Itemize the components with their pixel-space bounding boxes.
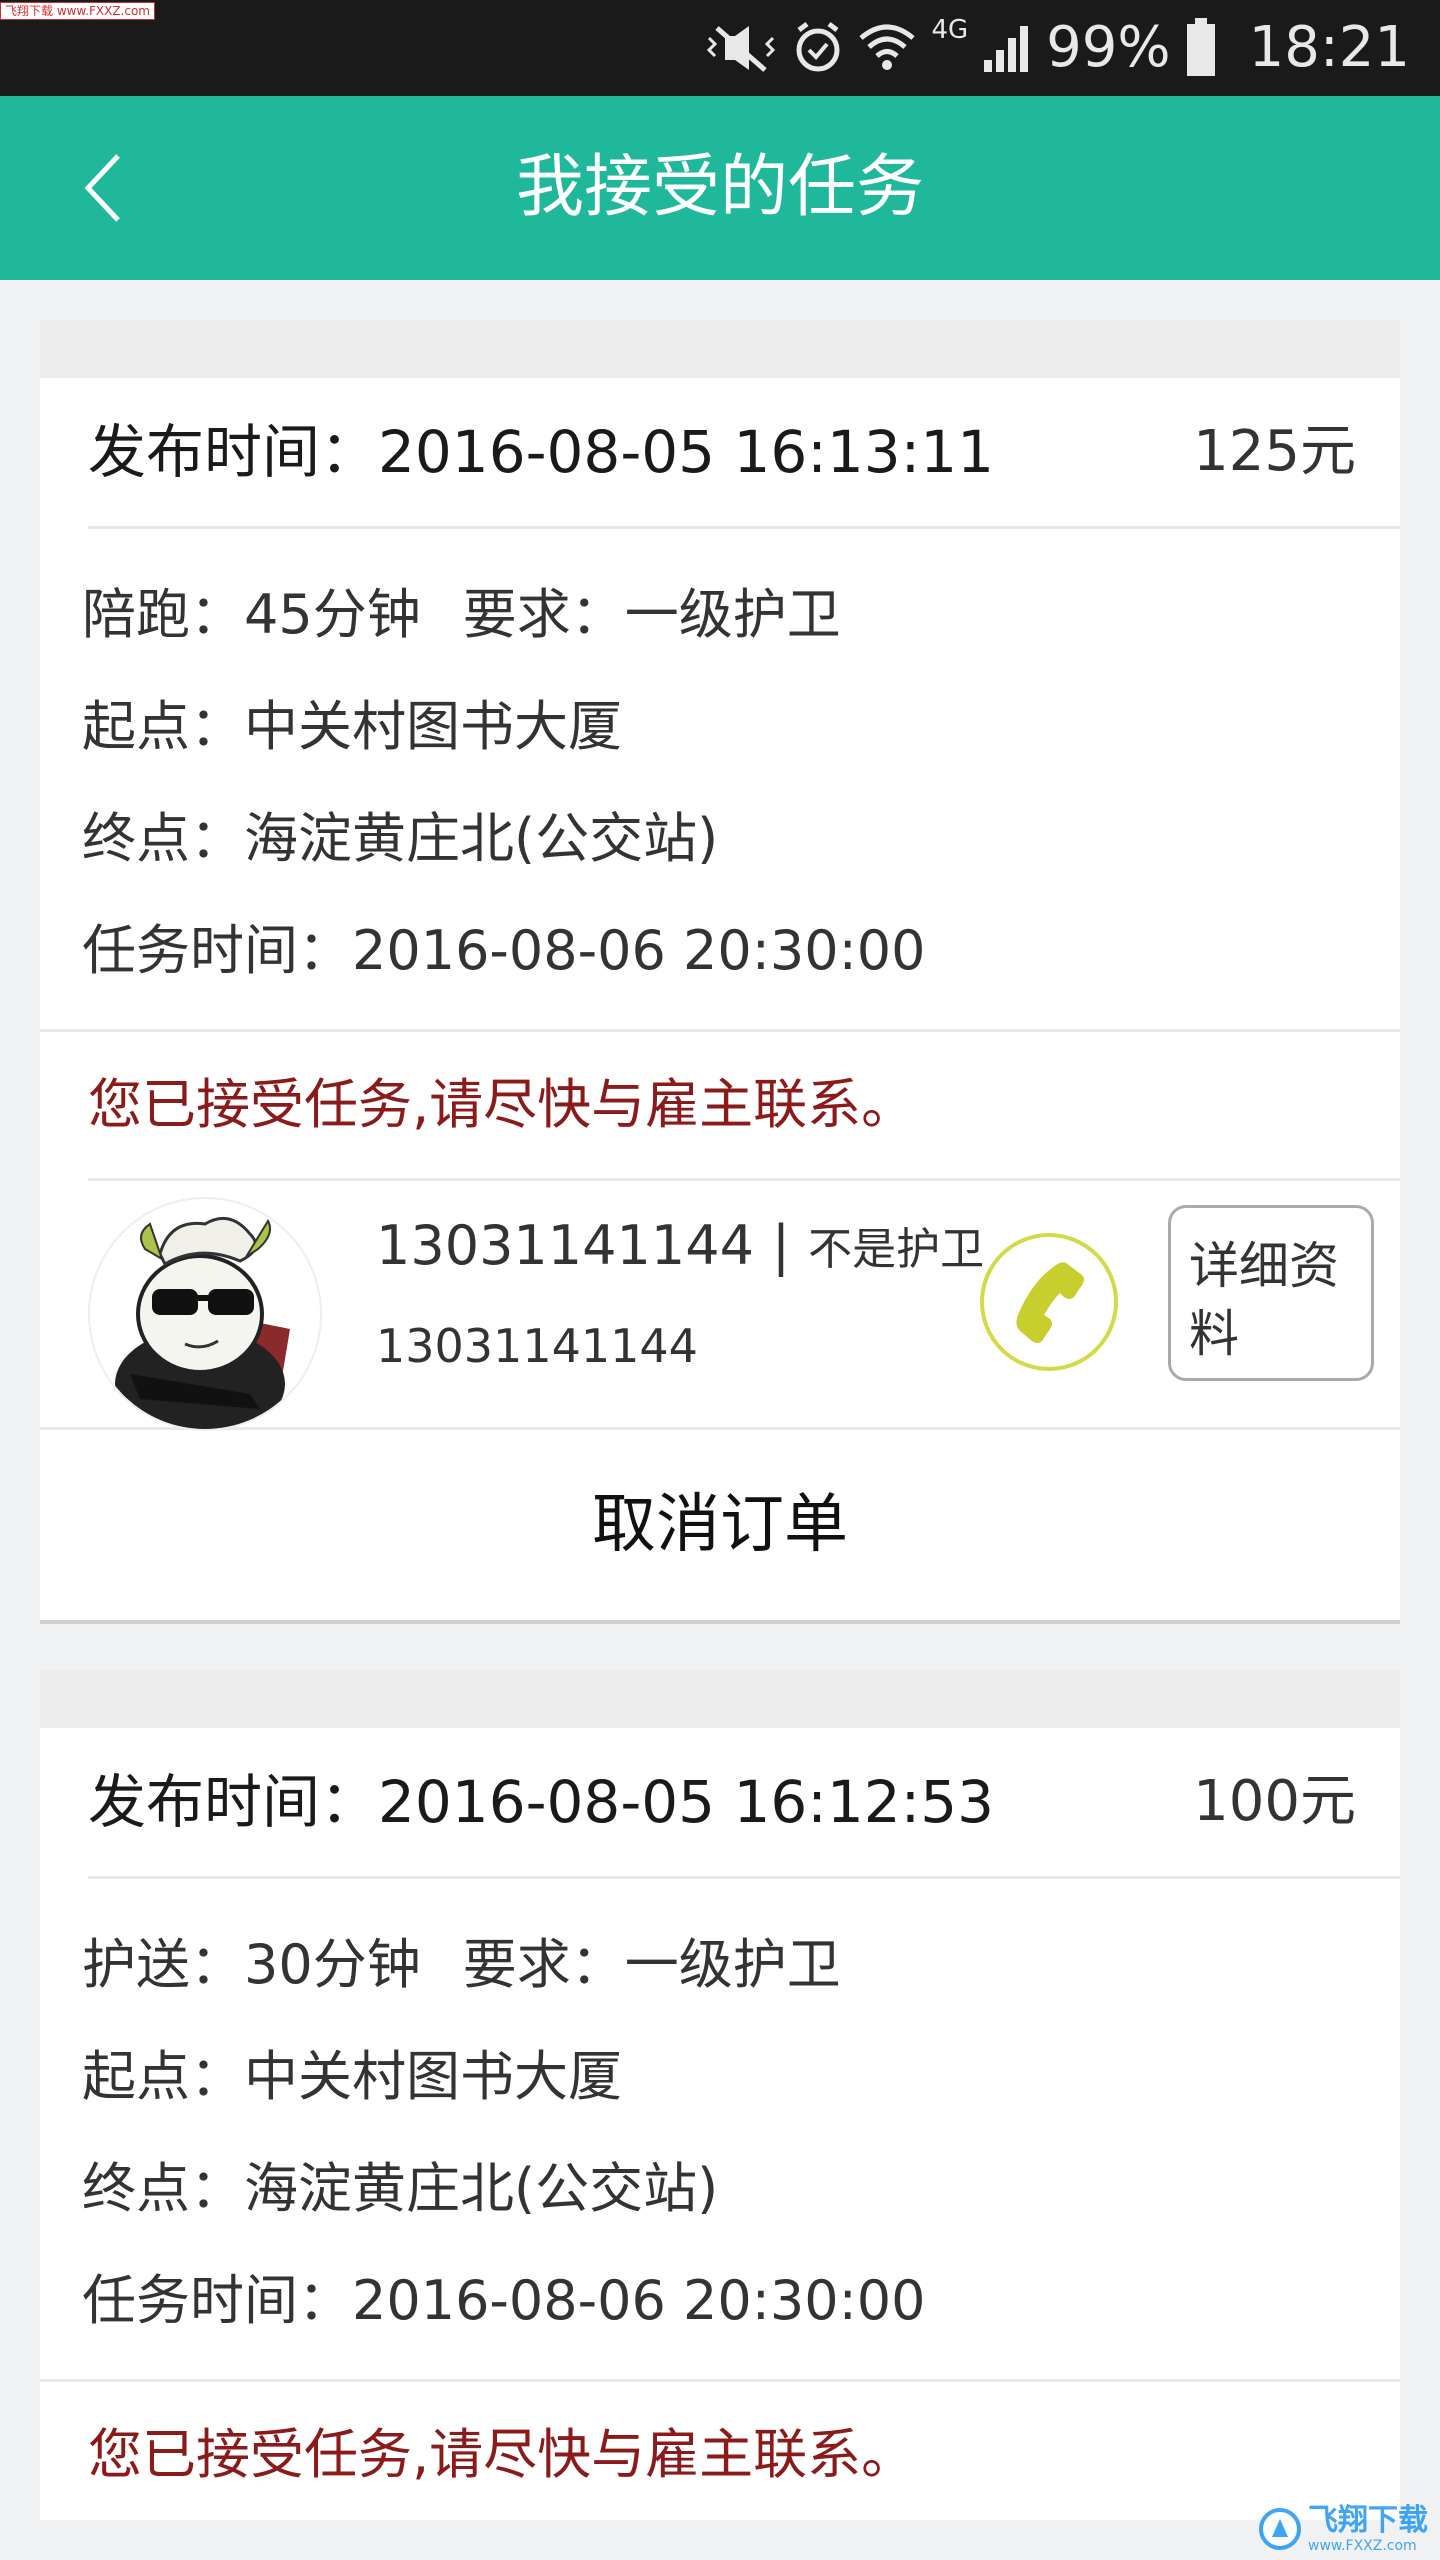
avatar[interactable] [88, 1197, 322, 1431]
employer-phone-secondary: 13031141144 [376, 1319, 698, 1373]
accepted-notice: 您已接受任务,请尽快与雇主联系。 [88, 1073, 916, 1136]
separator: | [771, 1214, 791, 1277]
publish-time: 发布时间：2016-08-05 16:13:11 [88, 418, 994, 486]
status-bar: 飞翔下载 www.FXXZ.com 4G 99% 18:21 [0, 0, 1440, 96]
alarm-icon [793, 20, 843, 76]
duration-requirement-line: 护送：30分钟 要求：一级护卫 [82, 1909, 1400, 2021]
page-title: 我接受的任务 [515, 148, 924, 227]
cancel-order-button[interactable]: 取消订单 [40, 1427, 1400, 1624]
phone-icon [1016, 1262, 1084, 1343]
call-button[interactable] [980, 1233, 1118, 1371]
watermark-title: 飞翔下载 [1308, 2503, 1428, 2538]
publish-row: 发布时间：2016-08-05 16:12:53 100元 [88, 1728, 1400, 1879]
task-requirement: 要求：一级护卫 [462, 1933, 841, 1996]
employer-role: 不是护卫 [808, 1224, 985, 1275]
task-info: 护送：30分钟 要求：一级护卫 起点：中关村图书大厦 终点：海淀黄庄北(公交站) … [40, 1879, 1400, 2382]
task-time: 任务时间：2016-08-06 20:30:00 [82, 2269, 926, 2332]
start-point: 起点：中关村图书大厦 [82, 2045, 622, 2108]
publish-time: 发布时间：2016-08-05 16:12:53 [88, 1768, 994, 1836]
task-price: 125元 [1193, 419, 1356, 484]
card-header-strip [40, 320, 1400, 378]
publish-row: 发布时间：2016-08-05 16:13:11 125元 [88, 378, 1400, 529]
task-card: 发布时间：2016-08-05 16:12:53 100元 护送：30分钟 要求：… [40, 1670, 1400, 2520]
end-point: 终点：海淀黄庄北(公交站) [82, 807, 719, 870]
card-header-strip [40, 1670, 1400, 1728]
watermark-label: 飞翔下载 www.FXXZ.com [0, 2, 155, 20]
accepted-notice: 您已接受任务,请尽快与雇主联系。 [88, 2423, 916, 2486]
battery-percent: 99% [1046, 15, 1171, 80]
watermark-url: www.FXXZ.com [1308, 2538, 1417, 2554]
employer-phone: 13031141144 [376, 1214, 754, 1277]
task-duration: 护送：30分钟 [82, 1933, 421, 1996]
signal-icon [982, 20, 1032, 76]
mute-vibrate-icon [703, 20, 779, 76]
task-info: 陪跑：45分钟 要求：一级护卫 起点：中关村图书大厦 终点：海淀黄庄北(公交站) … [40, 529, 1400, 1032]
task-card: 发布时间：2016-08-05 16:13:11 125元 陪跑：45分钟 要求：… [40, 320, 1400, 1624]
battery-icon [1185, 18, 1217, 78]
task-duration: 陪跑：45分钟 [82, 583, 421, 646]
app-bar: 我接受的任务 [0, 96, 1440, 280]
watermark-logo: 飞翔下载 www.FXXZ.com [1258, 2504, 1428, 2554]
task-time: 任务时间：2016-08-06 20:30:00 [82, 919, 926, 982]
task-price: 100元 [1193, 1769, 1356, 1834]
fxxz-logo-icon [1259, 2508, 1301, 2550]
status-icons: 4G 99% 18:21 [703, 0, 1440, 96]
employer-phone-line: 13031141144 | 不是护卫 [376, 1211, 984, 1285]
wifi-icon [857, 20, 917, 76]
network-type-label: 4G [931, 15, 969, 45]
task-requirement: 要求：一级护卫 [462, 583, 841, 646]
employer-row: 13031141144 | 不是护卫 13031141144 详细资料 [40, 1181, 1400, 1431]
clock: 18:21 [1248, 15, 1410, 80]
end-point: 终点：海淀黄庄北(公交站) [82, 2157, 719, 2220]
avatar-cartoon-icon [91, 1200, 319, 1429]
details-button[interactable]: 详细资料 [1168, 1205, 1374, 1381]
duration-requirement-line: 陪跑：45分钟 要求：一级护卫 [82, 559, 1400, 671]
start-point: 起点：中关村图书大厦 [82, 695, 622, 758]
